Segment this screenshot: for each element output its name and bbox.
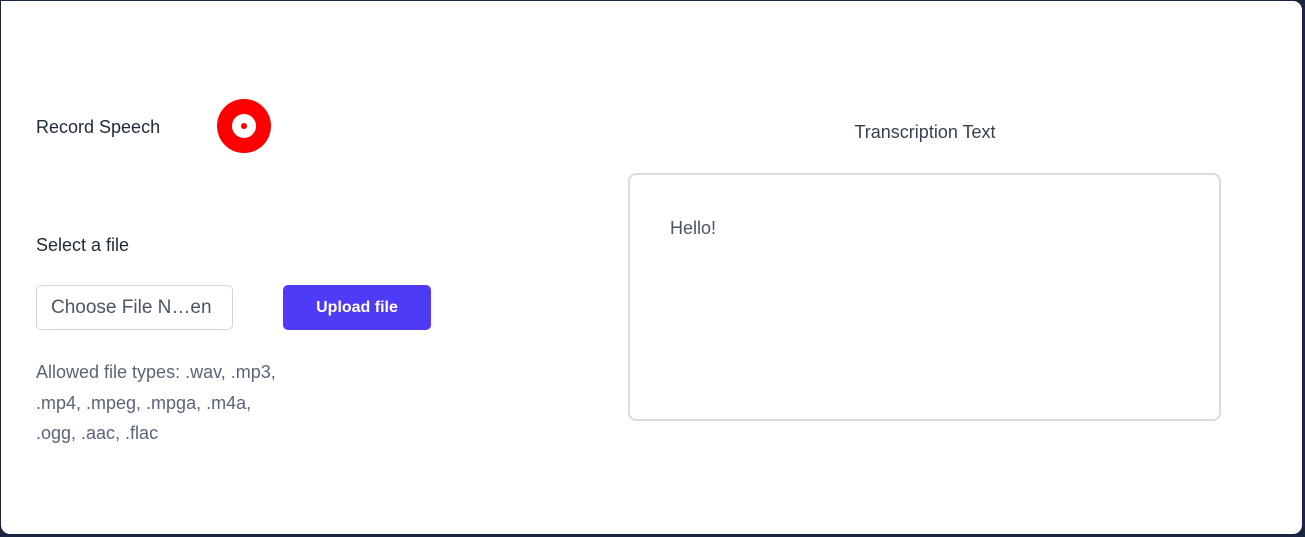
record-speech-label: Record Speech — [36, 117, 161, 137]
allowed-file-types: Allowed file types: .wav, .mp3, .mp4, .m… — [36, 357, 326, 449]
record-icon — [232, 114, 256, 138]
allowed-file-types-line: .ogg, .aac, .flac — [36, 423, 159, 443]
allowed-file-types-line: .mp4, .mpeg, .mpga, .m4a, — [36, 392, 252, 413]
record-button[interactable] — [217, 99, 271, 153]
allowed-file-types-line: Allowed file types: .wav, .mp3, — [36, 362, 276, 382]
transcription-textarea[interactable]: Hello! — [628, 173, 1221, 421]
transcription-title: Transcription Text — [854, 122, 996, 142]
select-file-label: Select a file — [36, 235, 130, 255]
upload-file-button[interactable]: Upload file — [283, 285, 431, 330]
file-input[interactable]: Choose File N…en — [36, 285, 233, 330]
record-icon-dot — [241, 123, 247, 129]
transcription-text: Hello! — [670, 218, 717, 238]
main-card: Record Speech Select a file Choose File … — [0, 0, 1303, 535]
